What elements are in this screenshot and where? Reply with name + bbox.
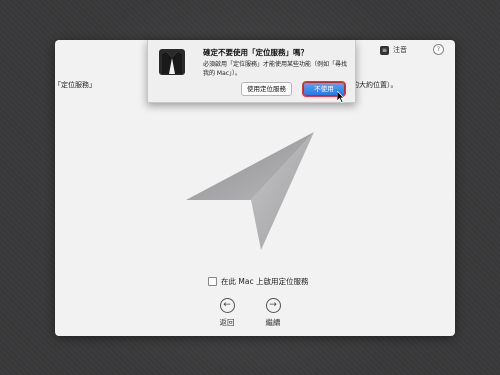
description-text-right: 的大約位置）。 (352, 81, 398, 89)
enable-location-label: 在此 Mac 上啟用定位服務 (221, 277, 309, 286)
back-button[interactable]: ← 返回 (212, 298, 242, 328)
enable-location-checkbox[interactable] (208, 277, 217, 286)
setup-assistant-tuxedo-icon (159, 49, 185, 75)
continue-button[interactable]: → 繼續 (258, 298, 288, 328)
location-arrow-icon (186, 132, 314, 250)
dialog-title: 確定不要使用「定位服務」嗎？ (203, 48, 308, 57)
input-menu[interactable]: ≡ 注音 (380, 44, 407, 56)
continue-label: 繼續 (265, 318, 281, 327)
notes-icon: ≡ (380, 45, 389, 55)
back-arrow-icon: ← (219, 298, 235, 313)
back-label: 返回 (219, 318, 235, 327)
continue-arrow-icon: → (265, 298, 281, 313)
help-button[interactable]: ? (433, 44, 444, 55)
dialog-message: 必須啟用「定位服務」才能使用某些功能（例如「尋找我的 Mac」）。 (203, 61, 348, 77)
mouse-cursor-icon (337, 91, 345, 103)
input-method-label: 注音 (393, 46, 407, 54)
use-location-services-button[interactable]: 使用定位服務 (241, 82, 292, 96)
description-text-left: 「定位服務」 (54, 81, 96, 89)
enable-location-option[interactable]: 在此 Mac 上啟用定位服務 (208, 276, 308, 287)
